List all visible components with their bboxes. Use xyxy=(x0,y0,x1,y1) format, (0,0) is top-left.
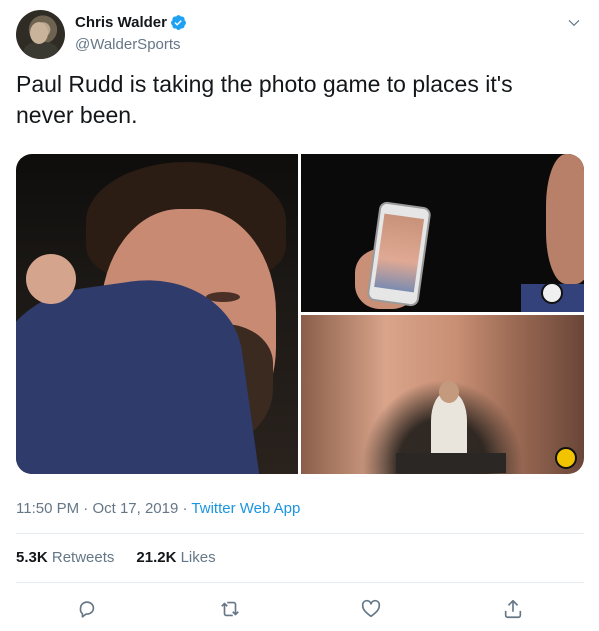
tweet-meta: 11:50 PM · Oct 17, 2019 · Twitter Web Ap… xyxy=(16,500,300,517)
media-photo-2[interactable] xyxy=(301,154,584,312)
retweet-icon xyxy=(221,601,239,617)
heart-icon xyxy=(361,599,381,618)
reply-icon xyxy=(79,601,95,618)
meta-separator: · xyxy=(83,500,89,517)
retweets-label: Retweets xyxy=(51,549,115,566)
photo-phone xyxy=(366,200,432,308)
media-photo-1[interactable] xyxy=(16,154,298,474)
photo-phone-screen xyxy=(374,213,425,293)
divider xyxy=(16,582,584,583)
reply-button[interactable] xyxy=(74,596,100,622)
engagement-stats: 5.3K Retweets 21.2K Likes xyxy=(16,549,216,566)
meta-separator: · xyxy=(182,500,188,517)
name-row: Chris Walder xyxy=(75,14,187,31)
action-bar xyxy=(0,592,599,626)
photo-person-edge xyxy=(546,154,584,284)
photo-hand xyxy=(26,254,76,304)
show-logo-icon xyxy=(555,447,577,469)
tweet-text: Paul Rudd is taking the photo game to pl… xyxy=(16,71,513,128)
display-name[interactable]: Chris Walder xyxy=(75,14,167,31)
show-logo-icon xyxy=(541,282,563,304)
likes-label: Likes xyxy=(180,549,216,566)
avatar-shirt xyxy=(24,42,58,59)
chevron-down-icon[interactable] xyxy=(567,16,581,30)
tweet-time[interactable]: 11:50 PM xyxy=(16,500,79,517)
avatar[interactable] xyxy=(16,10,65,59)
retweet-button[interactable] xyxy=(217,596,243,622)
share-button[interactable] xyxy=(500,596,526,622)
media-photo-3[interactable] xyxy=(301,315,584,474)
tweet-date[interactable]: Oct 17, 2019 xyxy=(92,500,178,517)
avatar-face xyxy=(30,22,48,44)
likes-count: 21.2K xyxy=(136,549,177,566)
likes-stat[interactable]: 21.2K Likes xyxy=(136,549,215,566)
retweets-count: 5.3K xyxy=(16,549,48,566)
media-grid xyxy=(16,154,584,474)
divider xyxy=(16,533,584,534)
user-handle[interactable]: @WalderSports xyxy=(75,36,181,53)
photo-person-head xyxy=(439,381,459,403)
like-button[interactable] xyxy=(358,596,384,622)
tweet-source-link[interactable]: Twitter Web App xyxy=(191,500,300,517)
share-icon xyxy=(504,599,522,619)
retweets-stat[interactable]: 5.3K Retweets xyxy=(16,549,114,566)
tweet-card: Chris Walder @WalderSports Paul Rudd is … xyxy=(0,0,599,631)
photo-table xyxy=(396,453,506,473)
verified-badge-icon xyxy=(171,15,186,30)
